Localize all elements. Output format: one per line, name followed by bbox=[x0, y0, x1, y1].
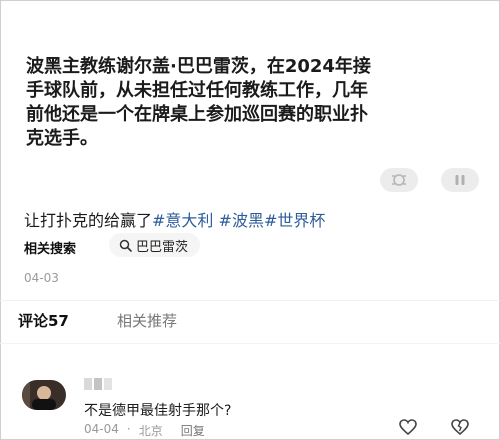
video-overlay-text: 波黑主教练谢尔盖·巴巴雷茨，在2024年接 手球队前，从未担任过任何教练工作，几… bbox=[26, 56, 371, 149]
comment-location: 北京 bbox=[138, 424, 163, 438]
username-blurred[interactable] bbox=[84, 378, 118, 390]
related-search-chip[interactable]: 巴巴雷茨 bbox=[109, 233, 201, 257]
screenshot-button[interactable] bbox=[380, 168, 418, 192]
avatar[interactable] bbox=[22, 380, 66, 410]
pause-icon bbox=[455, 175, 465, 185]
tab-comments[interactable]: 评论57 bbox=[18, 310, 69, 331]
post-date: 04-03 bbox=[24, 271, 59, 285]
hashtag-italy[interactable]: #意大利 bbox=[152, 211, 213, 230]
comment-text: 不是德甲最佳射手那个? bbox=[84, 403, 232, 419]
post-caption: 让打扑克的给赢了#意大利 #波黑#世界杯 bbox=[24, 207, 325, 231]
tab-related-recommendations[interactable]: 相关推荐 bbox=[117, 310, 177, 331]
heart-icon[interactable] bbox=[398, 418, 418, 436]
divider bbox=[0, 343, 500, 344]
caption-text: 让打扑克的给赢了 bbox=[24, 211, 153, 230]
reply-button[interactable]: 回复 bbox=[181, 422, 205, 439]
hashtag-bosnia[interactable]: #波黑 bbox=[219, 211, 264, 230]
related-search-chip-text: 巴巴雷茨 bbox=[136, 239, 189, 255]
comment-separator: · bbox=[126, 422, 131, 436]
divider bbox=[0, 300, 500, 301]
comment-meta: 04-04 · 北京 回复 bbox=[84, 422, 205, 439]
hashtag-world-cup[interactable]: #世界杯 bbox=[264, 211, 325, 230]
screenshot-icon bbox=[392, 174, 406, 186]
pause-button[interactable] bbox=[441, 168, 479, 192]
comment-date: 04-04 bbox=[84, 422, 119, 436]
broken-heart-icon[interactable] bbox=[450, 418, 470, 436]
search-icon bbox=[119, 239, 132, 252]
related-search-label: 相关搜索 bbox=[24, 242, 77, 257]
